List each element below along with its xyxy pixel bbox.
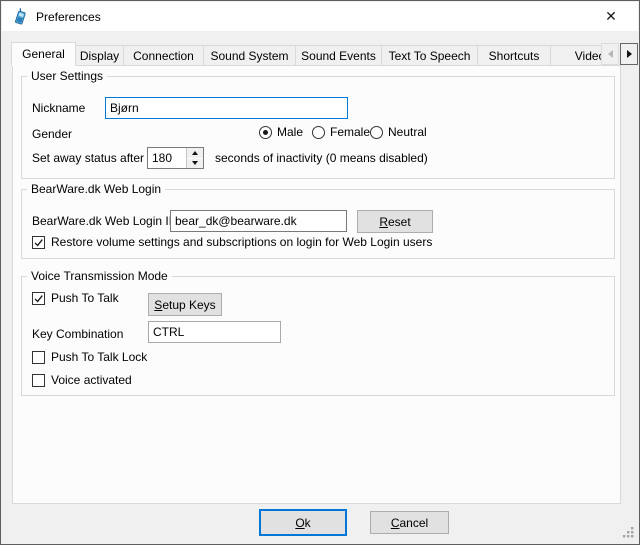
away-status-label: Set away status after [32, 151, 144, 165]
tab-video[interactable]: Video [550, 45, 603, 66]
key-combination-input[interactable] [148, 321, 281, 343]
nickname-label: Nickname [32, 101, 85, 115]
window-title: Preferences [36, 10, 101, 24]
voice-activated-checkbox-row[interactable]: Voice activated [32, 373, 132, 387]
group-user-settings: User Settings Nickname Gender Male Femal… [21, 76, 615, 179]
tab-text-to-speech[interactable]: Text To Speech [381, 45, 478, 66]
ptt-lock-checkbox-row[interactable]: Push To Talk Lock [32, 350, 147, 364]
ok-button[interactable]: Ok [259, 509, 347, 536]
web-login-id-input[interactable] [170, 210, 347, 232]
radio-neutral-circle[interactable] [370, 126, 383, 139]
group-web-login: BearWare.dk Web Login BearWare.dk Web Lo… [21, 189, 615, 259]
away-seconds-input[interactable] [148, 148, 186, 168]
tab-display[interactable]: Display [75, 45, 124, 66]
group-voice-transmission-title: Voice Transmission Mode [27, 269, 172, 283]
spinner-up-icon[interactable] [187, 148, 203, 159]
voice-activated-label: Voice activated [51, 373, 132, 387]
ptt-lock-checkbox[interactable] [32, 351, 45, 364]
restore-volume-checkbox[interactable] [32, 236, 45, 249]
radio-female-circle[interactable] [312, 126, 325, 139]
tab-sound-events[interactable]: Sound Events [295, 45, 382, 66]
away-seconds-spinner[interactable] [147, 147, 204, 169]
radio-female[interactable]: Female [312, 125, 370, 139]
restore-volume-checkbox-row[interactable]: Restore volume settings and subscription… [32, 235, 432, 249]
gender-label: Gender [32, 127, 72, 141]
general-tab-pane: User Settings Nickname Gender Male Femal… [12, 65, 621, 504]
push-to-talk-checkbox[interactable] [32, 292, 45, 305]
teamtalk-app-icon [12, 8, 29, 25]
push-to-talk-checkbox-row[interactable]: Push To Talk [32, 291, 119, 305]
ptt-lock-label: Push To Talk Lock [51, 350, 147, 364]
close-icon[interactable]: ✕ [592, 2, 630, 31]
restore-volume-label: Restore volume settings and subscription… [51, 235, 432, 249]
away-status-suffix-label: seconds of inactivity (0 means disabled) [215, 151, 428, 165]
group-user-settings-title: User Settings [27, 69, 107, 83]
group-voice-transmission: Voice Transmission Mode Push To Talk Set… [21, 276, 615, 396]
spinner-down-icon[interactable] [187, 159, 203, 169]
radio-neutral-label: Neutral [388, 125, 427, 139]
tab-shortcuts[interactable]: Shortcuts [477, 45, 551, 66]
nickname-input[interactable] [105, 97, 348, 119]
web-login-id-label: BearWare.dk Web Login ID [32, 214, 177, 228]
group-web-login-title: BearWare.dk Web Login [27, 182, 165, 196]
tab-general[interactable]: General [11, 42, 76, 66]
cancel-button[interactable]: Cancel [370, 511, 449, 534]
push-to-talk-label: Push To Talk [51, 291, 119, 305]
preferences-dialog: Preferences ✕ General Display Connection… [0, 0, 640, 545]
radio-female-label: Female [330, 125, 370, 139]
radio-neutral[interactable]: Neutral [370, 125, 427, 139]
tab-scroll-right-icon[interactable] [620, 43, 638, 65]
tab-sound-system[interactable]: Sound System [203, 45, 296, 66]
tab-bar: General Display Connection Sound System … [11, 42, 603, 66]
tab-scroll-left-icon[interactable] [601, 43, 619, 65]
resize-grip[interactable] [621, 525, 634, 538]
radio-male-label: Male [277, 125, 303, 139]
setup-keys-button[interactable]: Setup Keys [148, 293, 222, 316]
radio-male[interactable]: Male [259, 125, 303, 139]
key-combination-label: Key Combination [32, 327, 123, 341]
reset-button[interactable]: Reset [357, 210, 433, 233]
titlebar[interactable]: Preferences ✕ [2, 2, 638, 31]
voice-activated-checkbox[interactable] [32, 374, 45, 387]
radio-male-circle[interactable] [259, 126, 272, 139]
tab-connection[interactable]: Connection [123, 45, 204, 66]
